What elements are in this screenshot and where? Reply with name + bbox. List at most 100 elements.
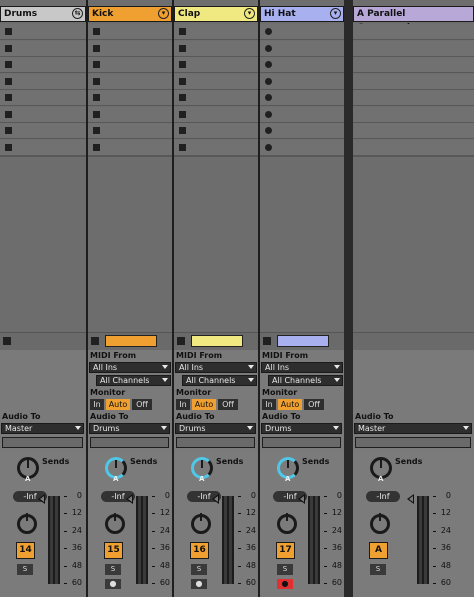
audio-to-dropdown[interactable]: Master: [1, 423, 84, 434]
stop-all-clips-icon[interactable]: [3, 337, 11, 345]
volume-display[interactable]: -Inf: [366, 491, 400, 502]
clip-stop-icon[interactable]: [5, 127, 12, 134]
clip-slot[interactable]: [88, 139, 172, 156]
midi-from-dropdown[interactable]: All Ins: [89, 362, 171, 373]
clip-slot[interactable]: [260, 123, 344, 139]
clip-record-icon[interactable]: [265, 94, 272, 101]
clip-slot[interactable]: [0, 106, 86, 123]
send-a-knob[interactable]: A: [191, 457, 213, 483]
fold-down-icon[interactable]: ▾: [330, 8, 341, 19]
clip-slot[interactable]: [88, 57, 172, 73]
monitor-auto-button[interactable]: Auto: [278, 399, 302, 410]
volume-fader-handle[interactable]: [126, 494, 133, 504]
track-header-clap[interactable]: Clap ▾: [174, 6, 258, 22]
midi-channel-dropdown[interactable]: All Channels: [96, 375, 171, 386]
volume-fader-handle[interactable]: [407, 494, 414, 504]
volume-fader-handle[interactable]: [38, 494, 45, 504]
volume-fader-handle[interactable]: [212, 494, 219, 504]
output-channel-bar[interactable]: [2, 437, 83, 448]
clip-stop-icon[interactable]: [93, 127, 100, 134]
clip-stop-icon[interactable]: [179, 110, 186, 118]
arm-record-button[interactable]: ●: [105, 579, 121, 589]
clip-slot[interactable]: [260, 106, 344, 123]
clip-stop-icon[interactable]: [179, 127, 186, 134]
fold-down-icon[interactable]: ▾: [244, 8, 255, 19]
midi-channel-dropdown[interactable]: All Channels: [182, 375, 257, 386]
clip-slot[interactable]: [353, 90, 474, 106]
clip-slot[interactable]: [174, 106, 258, 123]
clip-stop-icon[interactable]: [5, 110, 12, 118]
audio-to-dropdown[interactable]: Drums: [261, 423, 342, 434]
pan-knob[interactable]: [105, 513, 125, 534]
clip-record-icon[interactable]: [265, 127, 272, 134]
pan-knob[interactable]: [17, 513, 37, 534]
clip-stop-icon[interactable]: [93, 61, 100, 68]
monitor-auto-button[interactable]: Auto: [106, 399, 130, 410]
clip-slot[interactable]: [174, 24, 258, 40]
clip-slot[interactable]: [88, 90, 172, 106]
clip-slot[interactable]: [88, 106, 172, 123]
clip-slot[interactable]: [353, 139, 474, 156]
monitor-off-button[interactable]: Off: [304, 399, 324, 410]
clip-slot[interactable]: [353, 106, 474, 123]
send-a-knob[interactable]: A: [370, 457, 392, 483]
output-channel-bar[interactable]: [90, 437, 169, 448]
pan-knob[interactable]: [191, 513, 211, 534]
clip-slot[interactable]: [0, 40, 86, 57]
midi-channel-dropdown[interactable]: All Channels: [268, 375, 343, 386]
clip-slot[interactable]: [260, 40, 344, 57]
clip-stop-icon[interactable]: [179, 143, 186, 151]
group-fold-icon[interactable]: ⇆: [72, 8, 83, 19]
clip-slot[interactable]: [0, 139, 86, 156]
clip-stop-icon[interactable]: [179, 77, 186, 85]
clip-slot[interactable]: [260, 73, 344, 90]
clip-stop-icon[interactable]: [5, 28, 12, 35]
clip-slot[interactable]: [353, 24, 474, 40]
stop-all-clips-icon[interactable]: [263, 337, 271, 345]
audio-to-dropdown[interactable]: Master: [354, 423, 472, 434]
stop-all-clips-icon[interactable]: [91, 337, 99, 345]
clip-slot[interactable]: [174, 90, 258, 106]
send-a-knob[interactable]: A: [105, 457, 127, 483]
clip-slot[interactable]: [0, 123, 86, 139]
clip-stop-icon[interactable]: [93, 77, 100, 85]
clip-stop-icon[interactable]: [93, 44, 100, 52]
monitor-in-button[interactable]: In: [176, 399, 190, 410]
monitor-off-button[interactable]: Off: [132, 399, 152, 410]
track-activator-button[interactable]: 17: [276, 542, 295, 559]
clip-slot[interactable]: [0, 24, 86, 40]
monitor-off-button[interactable]: Off: [218, 399, 238, 410]
monitor-in-button[interactable]: In: [90, 399, 104, 410]
output-channel-bar[interactable]: [355, 437, 471, 448]
clip-slot[interactable]: [0, 57, 86, 73]
stop-all-clips-icon[interactable]: [177, 337, 185, 345]
clip-stop-icon[interactable]: [93, 110, 100, 118]
clip-slot[interactable]: [353, 57, 474, 73]
track-header-return-a[interactable]: A Parallel Compression: [353, 6, 474, 33]
midi-from-dropdown[interactable]: All Ins: [175, 362, 257, 373]
fold-down-icon[interactable]: ▾: [158, 8, 169, 19]
clip-stop-icon[interactable]: [5, 61, 12, 68]
clip-slot[interactable]: [353, 40, 474, 57]
clip-stop-icon[interactable]: [179, 94, 186, 101]
clip-stop-icon[interactable]: [93, 94, 100, 101]
clip-slot[interactable]: [174, 57, 258, 73]
clip-stop-icon[interactable]: [179, 44, 186, 52]
clip-slot[interactable]: [353, 73, 474, 90]
clip-stop-icon[interactable]: [93, 28, 100, 35]
clip-slot[interactable]: [260, 24, 344, 40]
clip-stop-icon[interactable]: [179, 28, 186, 35]
clip-stop-icon[interactable]: [5, 143, 12, 151]
clip-stop-icon[interactable]: [5, 77, 12, 85]
track-activator-button[interactable]: 15: [104, 542, 123, 559]
output-channel-bar[interactable]: [262, 437, 341, 448]
clip-slot[interactable]: [0, 73, 86, 90]
clip-slot[interactable]: [0, 90, 86, 106]
clip-record-icon[interactable]: [265, 110, 272, 118]
pan-knob[interactable]: [370, 513, 390, 534]
clip-slot[interactable]: [174, 73, 258, 90]
solo-button[interactable]: S: [277, 564, 293, 575]
midi-from-dropdown[interactable]: All Ins: [261, 362, 343, 373]
clip-stop-icon[interactable]: [93, 143, 100, 151]
output-channel-bar[interactable]: [176, 437, 255, 448]
